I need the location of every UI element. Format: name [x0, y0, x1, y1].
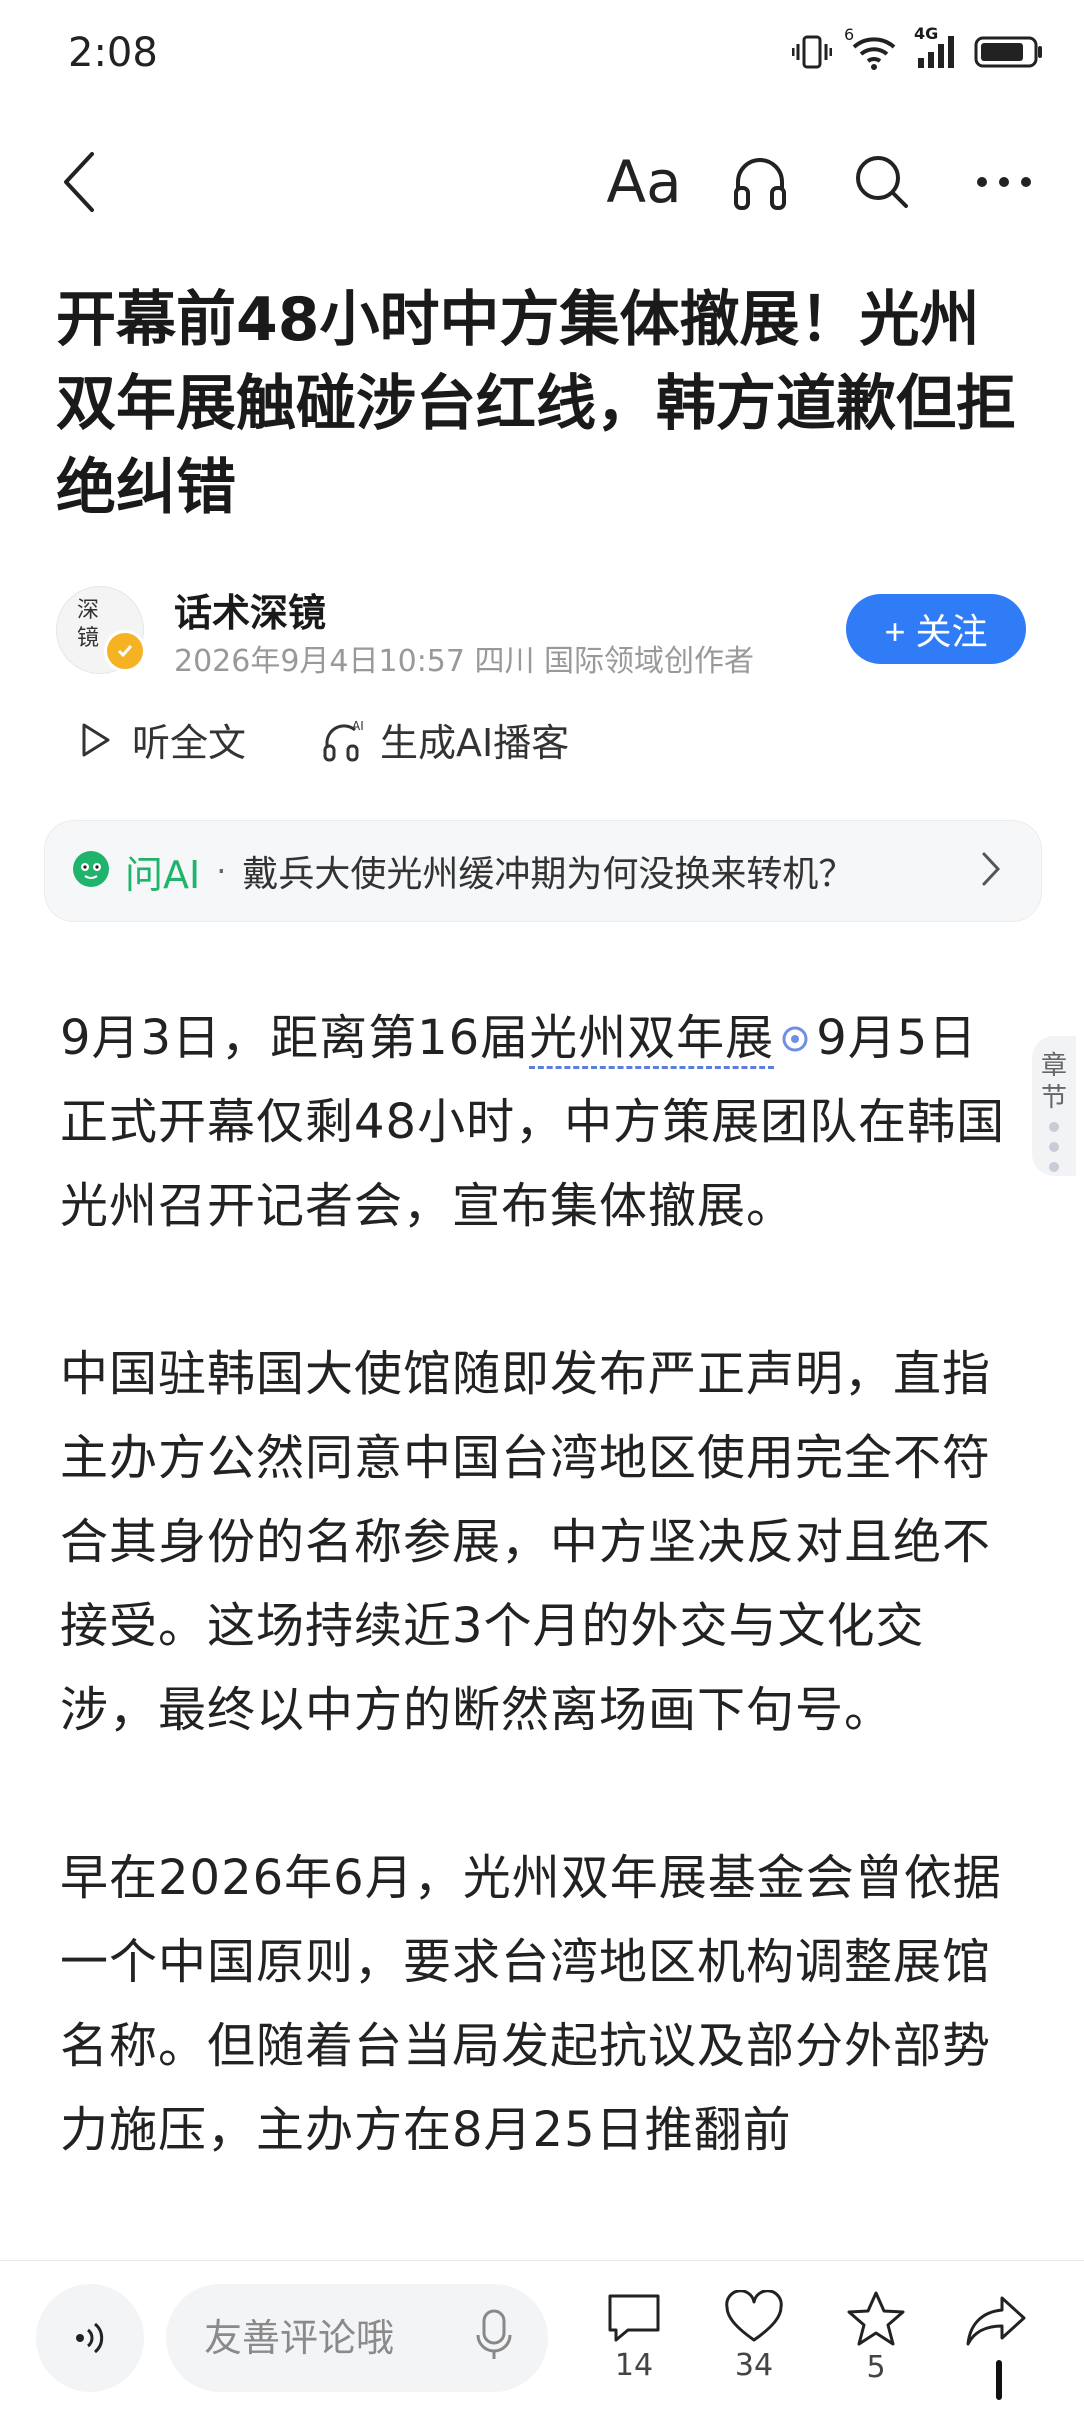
podcast-label: 生成AI播客 — [380, 721, 570, 765]
listen-full-text-button[interactable]: 听全文 — [80, 712, 246, 767]
chevron-right-icon — [981, 851, 1001, 891]
signal-icon: 4G — [914, 24, 956, 74]
article-paragraph: 9月3日，距离第16届光州双年展 9月5日正式开幕仅剩48小时，中方策展团队在韩国… — [60, 996, 1020, 1248]
share-arrow-icon — [966, 2296, 1026, 2346]
follow-label: + 关注 — [884, 611, 988, 652]
ask-ai-separator: · — [216, 852, 227, 890]
comments-count: 14 — [614, 2348, 654, 2383]
read-aloud-button[interactable] — [36, 2284, 144, 2392]
paragraph-text: 9月3日，距离第16届 — [60, 1010, 530, 1066]
svg-text:AI: AI — [352, 719, 364, 733]
likes-count: 34 — [734, 2348, 774, 2383]
ask-ai-bar[interactable]: 问AI · 戴兵大使光州缓冲期为何没换来转机？ — [44, 820, 1042, 922]
chapter-dots-icon — [1049, 1122, 1059, 1172]
search-icon — [856, 156, 908, 208]
term-link-gwangju-biennale[interactable]: 光州双年展 — [529, 1010, 775, 1069]
star-icon — [847, 2291, 905, 2346]
ai-headphones-icon: AI — [323, 719, 364, 761]
author-meta: 2026年9月4日10:57 四川 国际领域创作者 — [174, 644, 755, 679]
back-button[interactable] — [50, 142, 110, 222]
article-paragraph: 中国驻韩国大使馆随即发布严正声明，直指主办方公然同意中国台湾地区使用完全不符合其… — [60, 1346, 992, 1738]
wifi-icon: 6 — [844, 25, 898, 75]
comment-icon — [608, 2294, 660, 2342]
author-name[interactable]: 话术深镜 — [174, 582, 326, 637]
status-icons: 6 4G — [791, 24, 1044, 76]
share-button[interactable] — [958, 2294, 1034, 2346]
play-icon — [82, 723, 110, 756]
ai-bot-icon — [71, 849, 111, 893]
back-arrow-icon — [64, 152, 94, 212]
audio-wave-icon — [76, 2322, 104, 2354]
more-dots-icon — [977, 177, 1031, 187]
generate-ai-podcast-button[interactable]: AI 生成AI播客 — [322, 712, 569, 767]
sim-label: 6 — [844, 25, 855, 44]
listen-label: 听全文 — [132, 721, 247, 765]
ask-ai-label: 问AI — [125, 852, 201, 897]
listen-headphones-button[interactable] — [724, 146, 796, 218]
heart-icon — [725, 2290, 783, 2342]
font-size-button[interactable]: Aa — [604, 144, 684, 220]
status-time: 2:08 — [68, 30, 158, 76]
battery-icon — [974, 34, 1044, 74]
avatar-logo-text: 深镜 — [77, 598, 100, 651]
network-type-label: 4G — [914, 24, 939, 43]
ask-ai-question: 戴兵大使光州缓冲期为何没换来转机？ — [242, 854, 855, 895]
headphones-icon — [734, 158, 786, 210]
favorite-button[interactable]: 5 — [840, 2290, 912, 2385]
favorites-count: 5 — [866, 2350, 886, 2385]
chapter-label: 章节 — [1040, 1051, 1067, 1113]
article-title: 开幕前48小时中方集体撤展！光州双年展触碰涉台红线，韩方道歉但拒绝纠错 — [56, 285, 1016, 523]
term-link-icon — [780, 996, 810, 1080]
font-size-label: Aa — [606, 148, 682, 216]
search-button[interactable] — [846, 146, 918, 218]
article-paragraph: 早在2026年6月，光州双年展基金会曾依据一个中国原则，要求台湾地区机构调整展馆… — [60, 1850, 1002, 2158]
vibrate-icon — [791, 34, 833, 74]
comment-input[interactable] — [202, 2315, 446, 2361]
follow-button[interactable]: + 关注 — [846, 594, 1026, 664]
verified-badge-icon — [104, 630, 146, 672]
more-button[interactable] — [966, 146, 1042, 218]
article-body: 9月3日，距离第16届光州双年展 9月5日正式开幕仅剩48小时，中方策展团队在韩国… — [60, 996, 1020, 2256]
microphone-icon[interactable] — [476, 2309, 512, 2367]
comment-input-box[interactable] — [166, 2284, 548, 2392]
like-button[interactable]: 34 — [718, 2290, 790, 2383]
comments-button[interactable]: 14 — [598, 2290, 670, 2383]
home-indicator — [996, 2360, 1002, 2400]
chapter-side-tab[interactable]: 章节 — [1032, 1036, 1076, 1176]
